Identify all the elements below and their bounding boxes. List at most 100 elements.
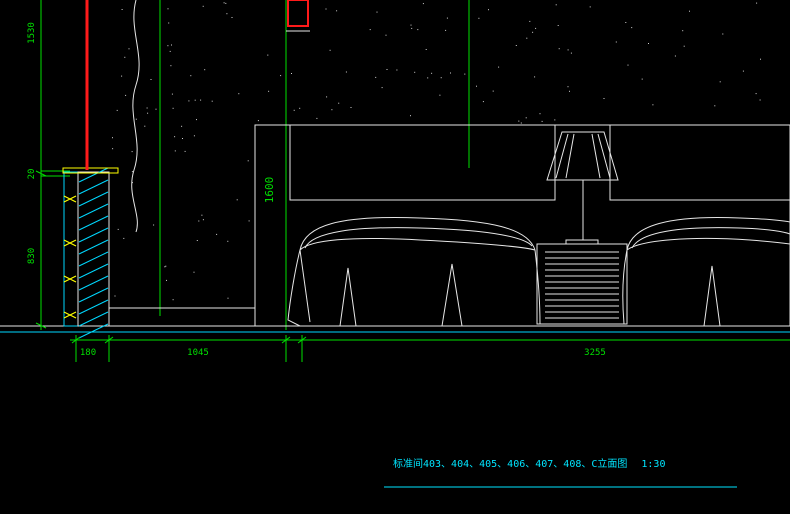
speckle xyxy=(376,11,378,13)
speckle xyxy=(464,73,466,75)
speckle xyxy=(299,107,301,109)
speckle xyxy=(181,125,183,127)
speckle xyxy=(211,100,213,102)
speckle xyxy=(112,137,113,139)
speckle xyxy=(427,77,429,79)
hatch-line xyxy=(78,215,109,231)
vertical-dimension-chain xyxy=(35,0,70,330)
speckle xyxy=(147,112,149,114)
speckle xyxy=(445,29,447,31)
speckle xyxy=(410,115,411,117)
hatch-line xyxy=(78,287,109,303)
speckle xyxy=(742,70,744,72)
speckle xyxy=(247,160,249,162)
horizontal-dimension-chain xyxy=(70,335,790,362)
skirting-ledge xyxy=(108,307,256,327)
speckle xyxy=(756,2,758,4)
speckle xyxy=(385,34,387,36)
curtain-outline xyxy=(131,0,140,233)
speckle xyxy=(167,8,169,10)
speckle xyxy=(135,118,137,120)
speckle xyxy=(150,79,152,80)
speckle xyxy=(202,5,204,7)
speckle xyxy=(336,10,338,12)
speckle xyxy=(196,119,197,121)
speckle xyxy=(174,136,176,138)
speckle xyxy=(223,2,225,4)
speckle xyxy=(131,151,133,153)
speckle xyxy=(422,3,424,5)
speckle xyxy=(121,75,123,77)
speckle xyxy=(165,265,167,267)
bed-left xyxy=(287,217,541,327)
hatch-line xyxy=(78,179,109,195)
speckle xyxy=(375,76,377,78)
speckle xyxy=(689,10,690,12)
speckle xyxy=(231,17,233,18)
speckle xyxy=(396,69,398,71)
speckle xyxy=(440,77,442,79)
speckle xyxy=(755,93,757,95)
speckle xyxy=(386,69,388,70)
speckle xyxy=(520,122,522,124)
hatch-line xyxy=(78,311,109,327)
speckle xyxy=(316,117,318,119)
speckle xyxy=(498,66,500,68)
speckle xyxy=(331,109,333,111)
dim-vertical-mid: 20 xyxy=(27,169,37,180)
speckle xyxy=(291,73,292,74)
speckle xyxy=(476,85,477,87)
speckle xyxy=(168,22,170,24)
drawing-title: 标准间403、404、405、406、407、408、C立面图 1:30 xyxy=(393,457,665,470)
speckle xyxy=(169,50,171,52)
speckle xyxy=(652,104,654,106)
speckle xyxy=(631,27,633,29)
hatch-line xyxy=(78,275,109,291)
speckle xyxy=(117,228,119,230)
speckle xyxy=(171,93,173,95)
cad-elevation-drawing: 1530 20 830 1600 180 1045 3255 标准间403、40… xyxy=(0,0,790,488)
speckle xyxy=(482,101,484,103)
hatch-line xyxy=(78,203,109,219)
speckle xyxy=(236,199,238,201)
speckle xyxy=(193,271,195,273)
speckle xyxy=(567,49,569,51)
speckle xyxy=(153,224,155,226)
speckle xyxy=(196,240,198,241)
hatch-line xyxy=(78,191,109,207)
speckle xyxy=(227,240,229,242)
speckle xyxy=(603,98,605,99)
speckle xyxy=(759,99,761,101)
speckle xyxy=(198,220,200,222)
speckle xyxy=(526,37,528,39)
speckle xyxy=(417,29,419,31)
ceiling-fixture xyxy=(286,0,310,32)
speckle xyxy=(615,41,617,43)
speckle xyxy=(325,8,327,10)
speckle xyxy=(567,86,569,88)
speckle xyxy=(200,99,202,101)
headboard xyxy=(254,124,790,327)
dim-furniture-width: 3255 xyxy=(584,348,606,358)
speckle xyxy=(216,233,218,235)
speckle xyxy=(558,48,560,50)
speckle xyxy=(554,119,556,121)
speckle xyxy=(683,45,685,47)
speckle xyxy=(589,6,591,8)
speckle xyxy=(492,90,494,92)
dim-wall-width: 180 xyxy=(80,348,96,358)
speckle xyxy=(625,22,627,23)
speckle xyxy=(190,75,192,77)
speckle xyxy=(123,237,125,239)
speckle xyxy=(144,125,146,127)
speckle xyxy=(170,65,172,67)
speckle xyxy=(194,99,196,101)
hatch-line xyxy=(78,251,109,267)
speckle xyxy=(534,76,536,78)
hatch-line xyxy=(78,239,109,255)
hatch-line xyxy=(78,167,109,183)
insulation-marks xyxy=(63,195,77,319)
speckle xyxy=(338,102,340,104)
speckle xyxy=(172,299,174,301)
speckle xyxy=(225,2,227,4)
